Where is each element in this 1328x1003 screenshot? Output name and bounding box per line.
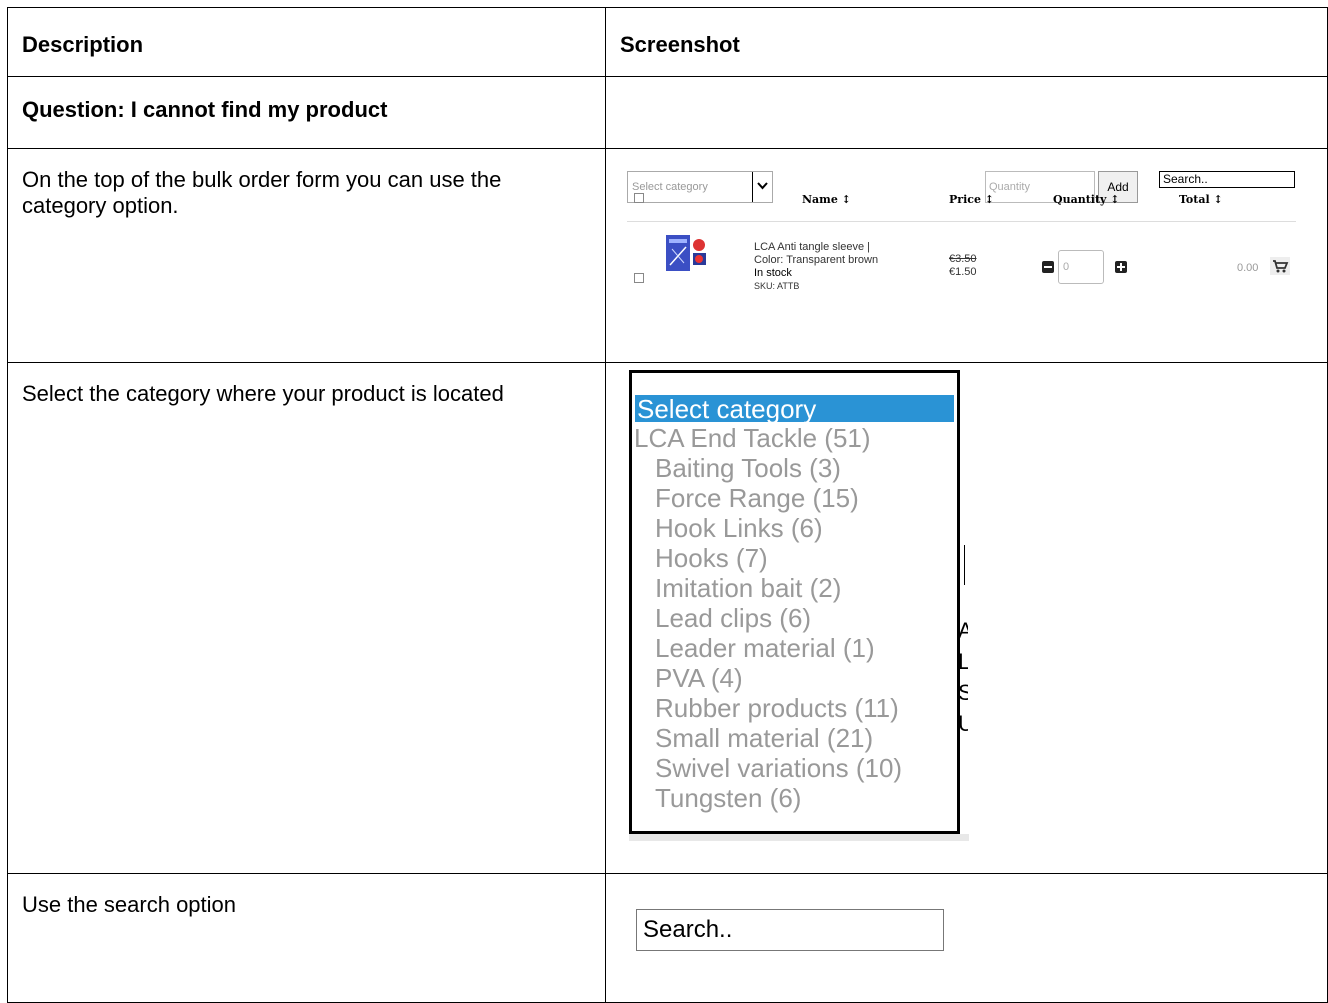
product-info: LCA Anti tangle sleeve | Color: Transpar… [754,241,878,293]
header-screenshot: Screenshot [605,7,1328,77]
column-name[interactable]: Name ↕ [802,193,851,207]
stock-status: In stock [754,267,792,279]
price-old: €3.50 [949,253,977,265]
cart-icon[interactable] [1270,257,1290,275]
minus-icon[interactable] [1042,261,1054,273]
dropdown-option[interactable]: PVA (4) [655,664,743,692]
dropdown-option[interactable]: Force Range (15) [655,484,859,512]
product-name[interactable]: LCA Anti tangle sleeve | [754,241,878,254]
row-total: 0.00 [1237,262,1259,274]
product-color: Color: Transparent brown [754,254,879,266]
row1-description: On the top of the bulk order form you ca… [7,148,606,363]
dropdown-option[interactable]: Tungsten (6) [655,784,801,812]
dropdown-option[interactable]: LCA End Tackle (51) [634,424,871,452]
category-dropdown-list[interactable]: Select category LCA End Tackle (51) Baiti… [629,370,960,834]
background-line [964,545,965,585]
header-description: Description [7,7,606,77]
quantity-stepper[interactable]: 0 [1058,250,1104,284]
row2-description: Select the category where your product i… [7,362,606,874]
row3-screenshot: Search.. [605,873,1328,1003]
plus-icon[interactable] [1115,261,1127,273]
row-category-option: On the top of the bulk order form you ca… [7,148,1328,363]
row-select-category: Select the category where your product i… [7,362,1328,874]
bulk-order-form-screenshot: Select category Quantity Add Search.. Na… [606,149,1327,362]
dropdown-shadow [629,834,969,841]
header-divider [627,221,1296,222]
search-screenshot: Search.. [606,874,1327,1002]
row3-description: Use the search option [7,873,606,1003]
row-search-option: Use the search option Search.. [7,873,1328,1003]
question-row: Question: I cannot find my product [7,76,1328,149]
question-screenshot-cell [605,76,1328,149]
dropdown-option[interactable]: Leader material (1) [655,634,875,662]
dropdown-option[interactable]: Rubber products (11) [655,694,899,722]
dropdown-selected-option[interactable]: Select category [635,395,954,422]
search-input[interactable]: Search.. [1159,171,1295,188]
help-table: Description Screenshot Question: I canno… [7,7,1328,1003]
dropdown-option[interactable]: Small material (21) [655,724,873,752]
dropdown-option[interactable]: Swivel variations (10) [655,754,902,782]
header-row: Description Screenshot [7,7,1328,77]
dropdown-option[interactable]: Hook Links (6) [655,514,823,542]
product-sku: SKU: ATTB [754,281,800,291]
dropdown-option[interactable]: Imitation bait (2) [655,574,841,602]
price-new: €1.50 [949,266,977,278]
dropdown-option[interactable]: Baiting Tools (3) [655,454,841,482]
chevron-down-icon [757,182,768,190]
category-dropdown-screenshot: A L S U Select category LCA End Tackle (… [606,363,1327,873]
select-arrow-button[interactable] [752,172,772,202]
search-input-large[interactable]: Search.. [636,909,944,951]
row1-screenshot: Select category Quantity Add Search.. Na… [605,148,1328,363]
category-select[interactable]: Select category [627,171,773,203]
dropdown-option[interactable]: Lead clips (6) [655,604,811,632]
row2-screenshot: A L S U Select category LCA End Tackle (… [605,362,1328,874]
product-thumbnail [666,235,706,271]
select-all-checkbox[interactable] [634,193,644,203]
question-cell: Question: I cannot find my product [7,76,606,149]
column-quantity[interactable]: Quantity ↕ [1053,193,1119,207]
row-checkbox[interactable] [634,273,644,283]
dropdown-option[interactable]: Hooks (7) [655,544,768,572]
column-price[interactable]: Price ↕ [949,193,994,207]
column-total[interactable]: Total ↕ [1179,193,1223,207]
